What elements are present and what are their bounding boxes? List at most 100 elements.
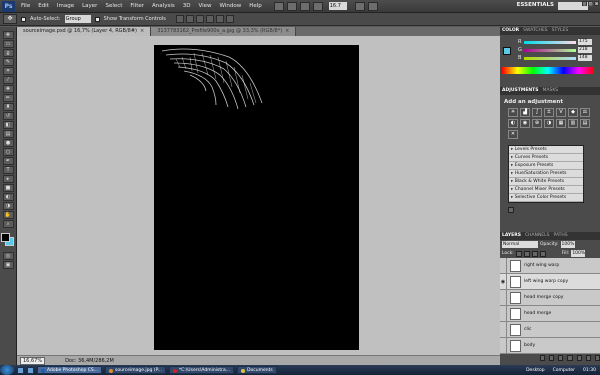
- align-bottom-icon[interactable]: [195, 15, 204, 23]
- new-adjustment-icon[interactable]: [508, 207, 514, 213]
- dodge-tool-icon[interactable]: ○: [2, 148, 14, 156]
- black-white-icon[interactable]: ◐: [508, 119, 518, 128]
- zoom-level-field[interactable]: 16.7: [328, 2, 347, 10]
- shape-tool-icon[interactable]: ■: [2, 184, 14, 192]
- preset-item[interactable]: Curves Presets: [509, 154, 583, 162]
- new-layer-icon[interactable]: [585, 355, 591, 361]
- menu-edit[interactable]: Edit: [34, 0, 53, 13]
- tab-channels[interactable]: CHANNELS: [525, 232, 550, 240]
- hand-icon[interactable]: [299, 1, 310, 11]
- eye-icon[interactable]: [500, 337, 507, 354]
- green-channel-slider[interactable]: [524, 48, 576, 52]
- color-spectrum-bar[interactable]: [502, 67, 594, 74]
- align-right-icon[interactable]: [225, 15, 234, 23]
- clone-stamp-tool-icon[interactable]: ♜: [2, 103, 14, 111]
- layer-mask-icon[interactable]: [558, 355, 564, 361]
- desktop-toolbar[interactable]: Desktop: [526, 368, 545, 373]
- preset-item[interactable]: Hue/Saturation Presets: [509, 170, 583, 178]
- blend-mode-dropdown[interactable]: Normal: [502, 241, 538, 248]
- gradient-map-icon[interactable]: ▤: [580, 119, 590, 128]
- blue-channel-value[interactable]: 148: [578, 55, 592, 61]
- selective-color-icon[interactable]: ✕: [508, 130, 518, 139]
- workspace-switcher[interactable]: ESSENTIALS: [517, 2, 554, 8]
- taskbar-task[interactable]: *C:\Users\Administra...: [168, 366, 235, 374]
- minimize-button[interactable]: _: [582, 1, 587, 6]
- channel-mixer-icon[interactable]: ⊕: [532, 119, 542, 128]
- layer-row[interactable]: clic: [500, 321, 600, 338]
- color-panel-foreground-swatch[interactable]: [503, 47, 511, 55]
- hand-tool-icon[interactable]: ✋: [2, 211, 14, 219]
- tab-color[interactable]: COLOR: [502, 27, 519, 35]
- taskbar-task[interactable]: Adobe Photoshop CS...: [37, 366, 103, 374]
- preset-item[interactable]: Selective Color Presets: [509, 194, 583, 202]
- tab-adjustments[interactable]: ADJUSTMENTS: [502, 87, 539, 95]
- vibrance-icon[interactable]: V: [556, 108, 566, 117]
- layer-row[interactable]: ◉ left wing warp copy: [500, 273, 600, 290]
- lock-position-icon[interactable]: [531, 250, 538, 257]
- invert-icon[interactable]: ◑: [544, 119, 554, 128]
- tab-masks[interactable]: MASKS: [543, 87, 559, 95]
- gradient-tool-icon[interactable]: ▤: [2, 130, 14, 138]
- 3d-orbit-tool-icon[interactable]: ◑: [2, 202, 14, 210]
- hue-saturation-icon[interactable]: ◆: [568, 108, 578, 117]
- preset-item[interactable]: Levels Presets: [509, 146, 583, 154]
- align-left-icon[interactable]: [205, 15, 214, 23]
- photo-filter-icon[interactable]: ◉: [520, 119, 530, 128]
- fill-field[interactable]: 100%: [571, 250, 586, 257]
- show-desktop-icon[interactable]: [17, 366, 24, 374]
- pen-tool-icon[interactable]: ✒: [2, 157, 14, 165]
- 3d-rotate-tool-icon[interactable]: ◐: [2, 193, 14, 201]
- tab-profile[interactable]: 3137783162_Profile900x_a.jpg @ 33,3% (RG…: [151, 27, 297, 36]
- eyedropper-tool-icon[interactable]: ⁄: [2, 76, 14, 84]
- explorer-icon[interactable]: [27, 366, 34, 374]
- adjustment-layer-icon[interactable]: [567, 355, 573, 361]
- eye-icon[interactable]: [500, 305, 507, 322]
- quick-select-tool-icon[interactable]: ✎: [2, 58, 14, 66]
- taskbar-task[interactable]: sourceimage.jpg (P...: [105, 366, 166, 374]
- clock[interactable]: 01:30: [583, 368, 596, 373]
- layer-row[interactable]: right wing warp: [500, 257, 600, 274]
- close-icon[interactable]: ×: [140, 27, 144, 36]
- history-brush-tool-icon[interactable]: ↺: [2, 112, 14, 120]
- foreground-color[interactable]: [1, 233, 10, 242]
- lasso-tool-icon[interactable]: ϱ: [2, 49, 14, 57]
- opacity-field[interactable]: 100%: [560, 241, 575, 248]
- trash-icon[interactable]: [594, 355, 600, 361]
- preset-item[interactable]: Channel Mixer Presets: [509, 186, 583, 194]
- eye-icon[interactable]: ◉: [500, 273, 507, 290]
- levels-icon[interactable]: ▟: [520, 108, 530, 117]
- start-button[interactable]: [0, 365, 14, 375]
- bridge-icon[interactable]: [273, 1, 284, 11]
- type-tool-icon[interactable]: T: [2, 166, 14, 174]
- move-tool-icon[interactable]: ✥: [2, 31, 14, 39]
- menu-file[interactable]: File: [17, 0, 34, 13]
- brightness-contrast-icon[interactable]: ☀: [508, 108, 518, 117]
- screen-mode-tool-icon[interactable]: ▣: [2, 261, 14, 269]
- align-center-icon[interactable]: [215, 15, 224, 23]
- curves-icon[interactable]: ∫: [532, 108, 542, 117]
- posterize-icon[interactable]: ▦: [556, 119, 566, 128]
- layer-row[interactable]: body: [500, 337, 600, 354]
- link-layers-icon[interactable]: [540, 355, 546, 361]
- taskbar-task[interactable]: Documents: [237, 366, 277, 374]
- auto-select-checkbox[interactable]: [21, 16, 26, 22]
- eye-icon[interactable]: [500, 289, 507, 306]
- show-transform-checkbox[interactable]: [94, 16, 100, 22]
- menu-layer[interactable]: Layer: [78, 0, 101, 13]
- computer-toolbar[interactable]: Computer: [553, 368, 575, 373]
- eye-icon[interactable]: [500, 321, 507, 338]
- tab-layers[interactable]: LAYERS: [502, 232, 521, 240]
- exposure-icon[interactable]: ±: [544, 108, 554, 117]
- menu-image[interactable]: Image: [53, 0, 78, 13]
- eye-icon[interactable]: [500, 257, 507, 274]
- layer-row[interactable]: head merge copy: [500, 289, 600, 306]
- arrange-documents-icon[interactable]: [354, 1, 365, 11]
- red-channel-slider[interactable]: [524, 40, 576, 44]
- brush-tool-icon[interactable]: ✏: [2, 94, 14, 102]
- red-channel-value[interactable]: 175: [578, 39, 592, 45]
- menu-window[interactable]: Window: [216, 0, 246, 13]
- lock-all-icon[interactable]: [539, 250, 546, 257]
- align-middle-icon[interactable]: [185, 15, 194, 23]
- maximize-button[interactable]: □: [588, 1, 593, 6]
- move-tool-preset-icon[interactable]: ✥: [3, 14, 17, 24]
